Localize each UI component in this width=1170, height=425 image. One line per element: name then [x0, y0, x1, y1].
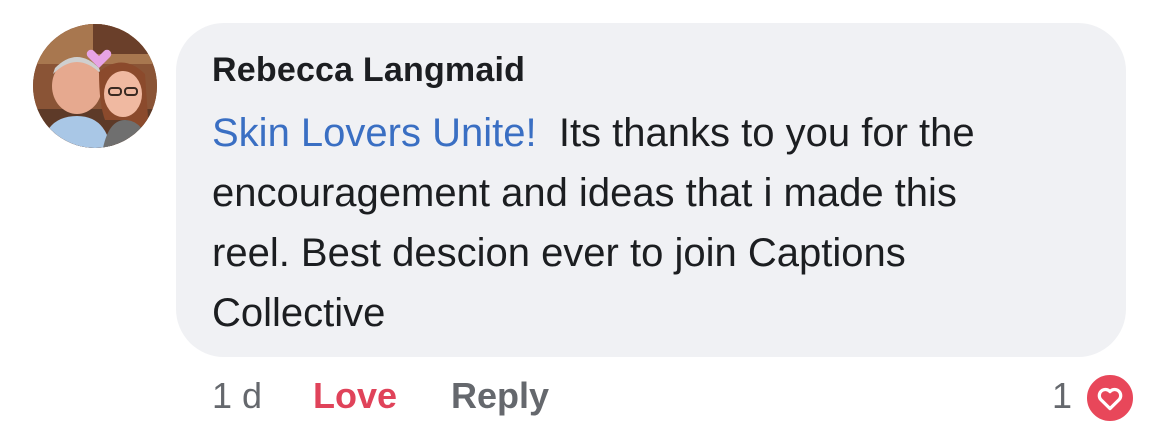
comment-line-1: Skin Lovers Unite! Its thanks to you for… [212, 103, 1112, 163]
comment-line-4: Collective [212, 291, 386, 335]
reply-button[interactable]: Reply [451, 372, 549, 420]
comment-text-segment: Its thanks to you for the [558, 111, 975, 155]
avatar[interactable] [33, 24, 157, 148]
love-reaction-button[interactable]: Love [313, 372, 397, 420]
comment-timestamp[interactable]: 1 d [212, 372, 262, 420]
profile-photo-icon [33, 24, 157, 148]
comment-text: Skin Lovers Unite! Its thanks to you for… [212, 103, 1112, 343]
comment-author[interactable]: Rebecca Langmaid [212, 50, 525, 90]
heart-icon [1097, 387, 1123, 411]
comment-line-3: reel. Best descion ever to join Captions [212, 231, 906, 275]
reaction-badge[interactable] [1084, 372, 1136, 424]
comment-line-2: encouragement and ideas that i made this [212, 171, 957, 215]
reaction-count[interactable]: 1 [1052, 372, 1072, 420]
mention-link[interactable]: Skin Lovers Unite! [212, 111, 537, 155]
